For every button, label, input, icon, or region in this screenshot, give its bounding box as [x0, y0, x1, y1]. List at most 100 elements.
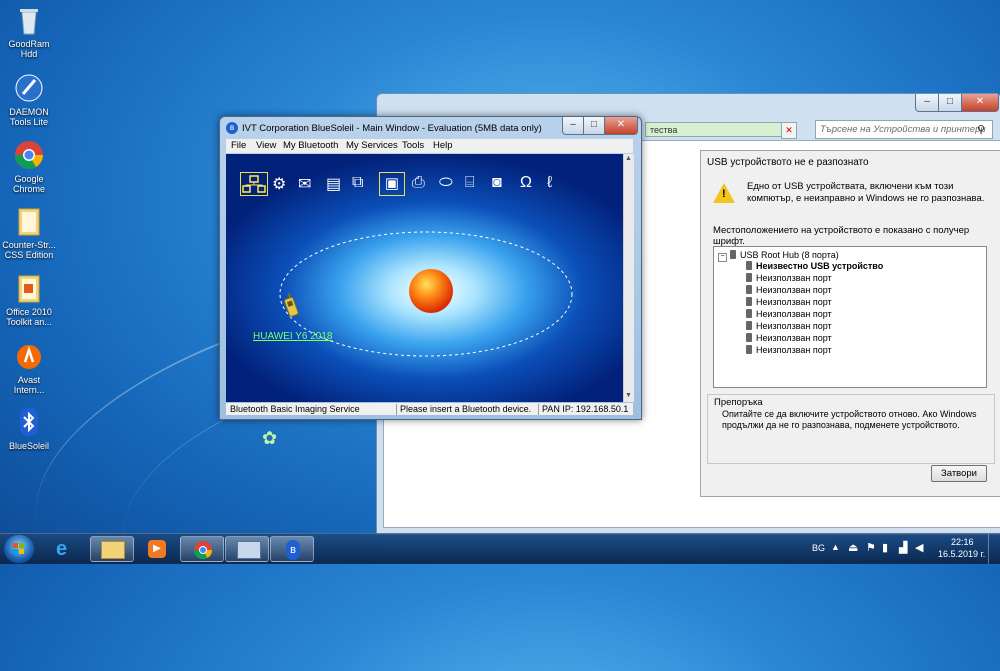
local-device-orb[interactable] — [409, 269, 453, 313]
desktop-icon-daemon[interactable]: DAEMON Tools Lite — [2, 72, 56, 127]
desktop-icon-label: Counter-Str... CSS Edition — [2, 240, 56, 260]
tree-item[interactable]: Неизползван порт — [746, 320, 832, 332]
usb-port-icon — [746, 309, 752, 318]
fax-icon[interactable]: ✉ — [298, 174, 311, 194]
lan-access-icon[interactable]: ⚙ — [272, 174, 286, 194]
imaging-icon[interactable]: ▣ — [379, 172, 405, 196]
show-desktop-button[interactable] — [988, 534, 1000, 564]
desktop-icon-label: GoodRam Hdd — [8, 39, 50, 59]
status-service: Bluetooth Basic Imaging Service — [230, 404, 360, 414]
desktop-icon-counter-strike[interactable]: Counter-Str... CSS Edition — [2, 205, 56, 260]
desktop-icon-label: Google Chrome — [12, 174, 45, 194]
device-name-label[interactable]: HUAWEI Y6 2018 — [253, 331, 332, 342]
desktop-icon-chrome[interactable]: Google Chrome — [2, 139, 56, 194]
address-bar[interactable]: тества — [645, 122, 793, 137]
desktop-icon-avast[interactable]: Avast Intern... — [2, 340, 56, 395]
vertical-scrollbar[interactable]: ▲ ▼ — [623, 154, 634, 402]
wallpaper-plant: ✿ — [262, 428, 278, 448]
menu-help[interactable]: Help — [433, 140, 453, 151]
bluetooth-stage[interactable]: ⚙ ✉ ▤ ⧉ ▣ ⎙ ⬭ ⌸ ◙ Ω ℓ HUAWEI Y6 2018 — [226, 154, 623, 402]
menu-my-bluetooth[interactable]: My Bluetooth — [283, 140, 338, 151]
daemon-tools-icon — [13, 72, 45, 104]
close-dialog-button[interactable]: Затвори — [931, 465, 987, 482]
phone-icon[interactable] — [282, 292, 299, 317]
printer-icon[interactable]: ⎙ — [412, 174, 425, 192]
usb-tray-icon[interactable]: ⏏ — [848, 541, 858, 554]
folder-icon — [13, 272, 45, 304]
menu-bar: File View My Bluetooth My Services Tools… — [226, 139, 633, 153]
address-clear-icon[interactable]: ✕ — [781, 122, 797, 139]
search-icon[interactable]: ⚲ — [977, 123, 985, 136]
tree-item[interactable]: Неизползван порт — [746, 344, 832, 356]
desktop-icon-label: DAEMON Tools Lite — [9, 107, 49, 127]
action-center-icon[interactable]: ▮ — [882, 541, 888, 554]
camera-icon[interactable]: ◙ — [492, 174, 502, 192]
scroll-up-icon[interactable]: ▲ — [625, 155, 632, 162]
collapse-icon[interactable]: − — [718, 253, 727, 262]
location-note: Местоположението на устройството е показ… — [713, 225, 970, 247]
taskbar-chrome[interactable] — [180, 536, 224, 562]
close-button[interactable]: ✕ — [961, 94, 999, 112]
clock-time[interactable]: 22:16 — [951, 537, 974, 547]
usb-port-icon — [746, 333, 752, 342]
media-player-icon: ▶ — [148, 540, 166, 558]
taskbar-bluesoleil[interactable]: ʙ — [270, 536, 314, 562]
minimize-button[interactable]: – — [915, 94, 939, 112]
clock-date[interactable]: 16.5.2019 г. — [938, 549, 985, 559]
tree-item[interactable]: Неизползван порт — [746, 296, 832, 308]
show-hidden-icons[interactable]: ▲ — [831, 542, 840, 552]
desktop-icon-bluesoleil[interactable]: BlueSoleil — [2, 406, 56, 451]
tree-item[interactable]: Неизползван порт — [746, 272, 832, 284]
internet-explorer-icon: e — [56, 538, 68, 560]
desktop-icon-goodram[interactable]: GoodRam Hdd — [2, 4, 56, 59]
taskbar-media-player[interactable]: ▶ — [135, 536, 179, 562]
start-orb-icon[interactable] — [4, 535, 34, 563]
minimize-button[interactable]: – — [562, 117, 584, 135]
tree-item[interactable]: Неизползван порт — [746, 284, 832, 296]
tree-item[interactable]: Неизползван порт — [746, 332, 832, 344]
tree-item-label: Неизползван порт — [756, 333, 832, 343]
menu-file[interactable]: File — [231, 140, 246, 151]
taskbar-internet-explorer[interactable]: e — [44, 536, 88, 562]
volume-icon[interactable]: ◀ — [915, 541, 923, 554]
menu-view[interactable]: View — [256, 140, 276, 151]
search-input[interactable]: Търсене на Устройства и принтери — [815, 120, 993, 139]
language-indicator[interactable]: BG — [812, 543, 825, 553]
network-service-icon[interactable] — [240, 172, 268, 196]
tree-item-label: Неизползван порт — [756, 273, 832, 283]
tree-item[interactable]: Неизползван порт — [746, 308, 832, 320]
tree-item-label: Неизвестно USB устройство — [756, 261, 884, 271]
taskbar-devices[interactable] — [225, 536, 269, 562]
bluesoleil-window[interactable]: ʙ IVT Corporation BlueSoleil - Main Wind… — [219, 116, 642, 420]
menu-my-services[interactable]: My Services — [346, 140, 398, 151]
flag-icon[interactable]: ⚑ — [866, 541, 876, 554]
status-ip: PAN IP: 192.168.50.1 — [542, 404, 629, 414]
dialog-title: USB устройството не е разпознато — [707, 157, 869, 168]
usb-port-icon — [746, 321, 752, 330]
usb-port-icon — [746, 273, 752, 282]
tree-item[interactable]: Неизвестно USB устройство — [746, 260, 883, 272]
maximize-button[interactable]: □ — [583, 117, 605, 135]
bluetooth-icon — [13, 406, 45, 438]
status-bar: Bluetooth Basic Imaging Service Please i… — [226, 403, 633, 415]
audio-gateway-icon[interactable]: ℓ — [547, 174, 552, 192]
scroll-down-icon[interactable]: ▼ — [625, 392, 632, 399]
desktop-icon-label: Avast Intern... — [13, 375, 45, 395]
scanner-icon[interactable]: ⌸ — [465, 174, 475, 192]
usb-tree[interactable]: − USB Root Hub (8 порта) Неизвестно USB у… — [713, 246, 987, 388]
menu-tools[interactable]: Tools — [402, 140, 424, 151]
desktop-icon-office-toolkit[interactable]: Office 2010 Toolkit an... — [2, 272, 56, 327]
close-button[interactable]: ✕ — [604, 117, 638, 135]
file-transfer-icon[interactable]: ▤ — [326, 174, 341, 194]
recycle-bin-icon — [13, 4, 45, 36]
devices-icon — [237, 541, 261, 559]
network-icon[interactable]: ▟ — [899, 541, 907, 554]
window-title: IVT Corporation BlueSoleil - Main Window… — [242, 123, 542, 134]
mouse-icon[interactable]: ⬭ — [439, 174, 453, 192]
sync-icon[interactable]: ⧉ — [352, 174, 363, 192]
chrome-icon — [193, 540, 213, 563]
dialog-message: Едно от USB устройствата, включени към т… — [747, 181, 985, 204]
headset-icon[interactable]: Ω — [520, 174, 532, 192]
maximize-button[interactable]: □ — [938, 94, 962, 112]
taskbar-explorer[interactable] — [90, 536, 134, 562]
